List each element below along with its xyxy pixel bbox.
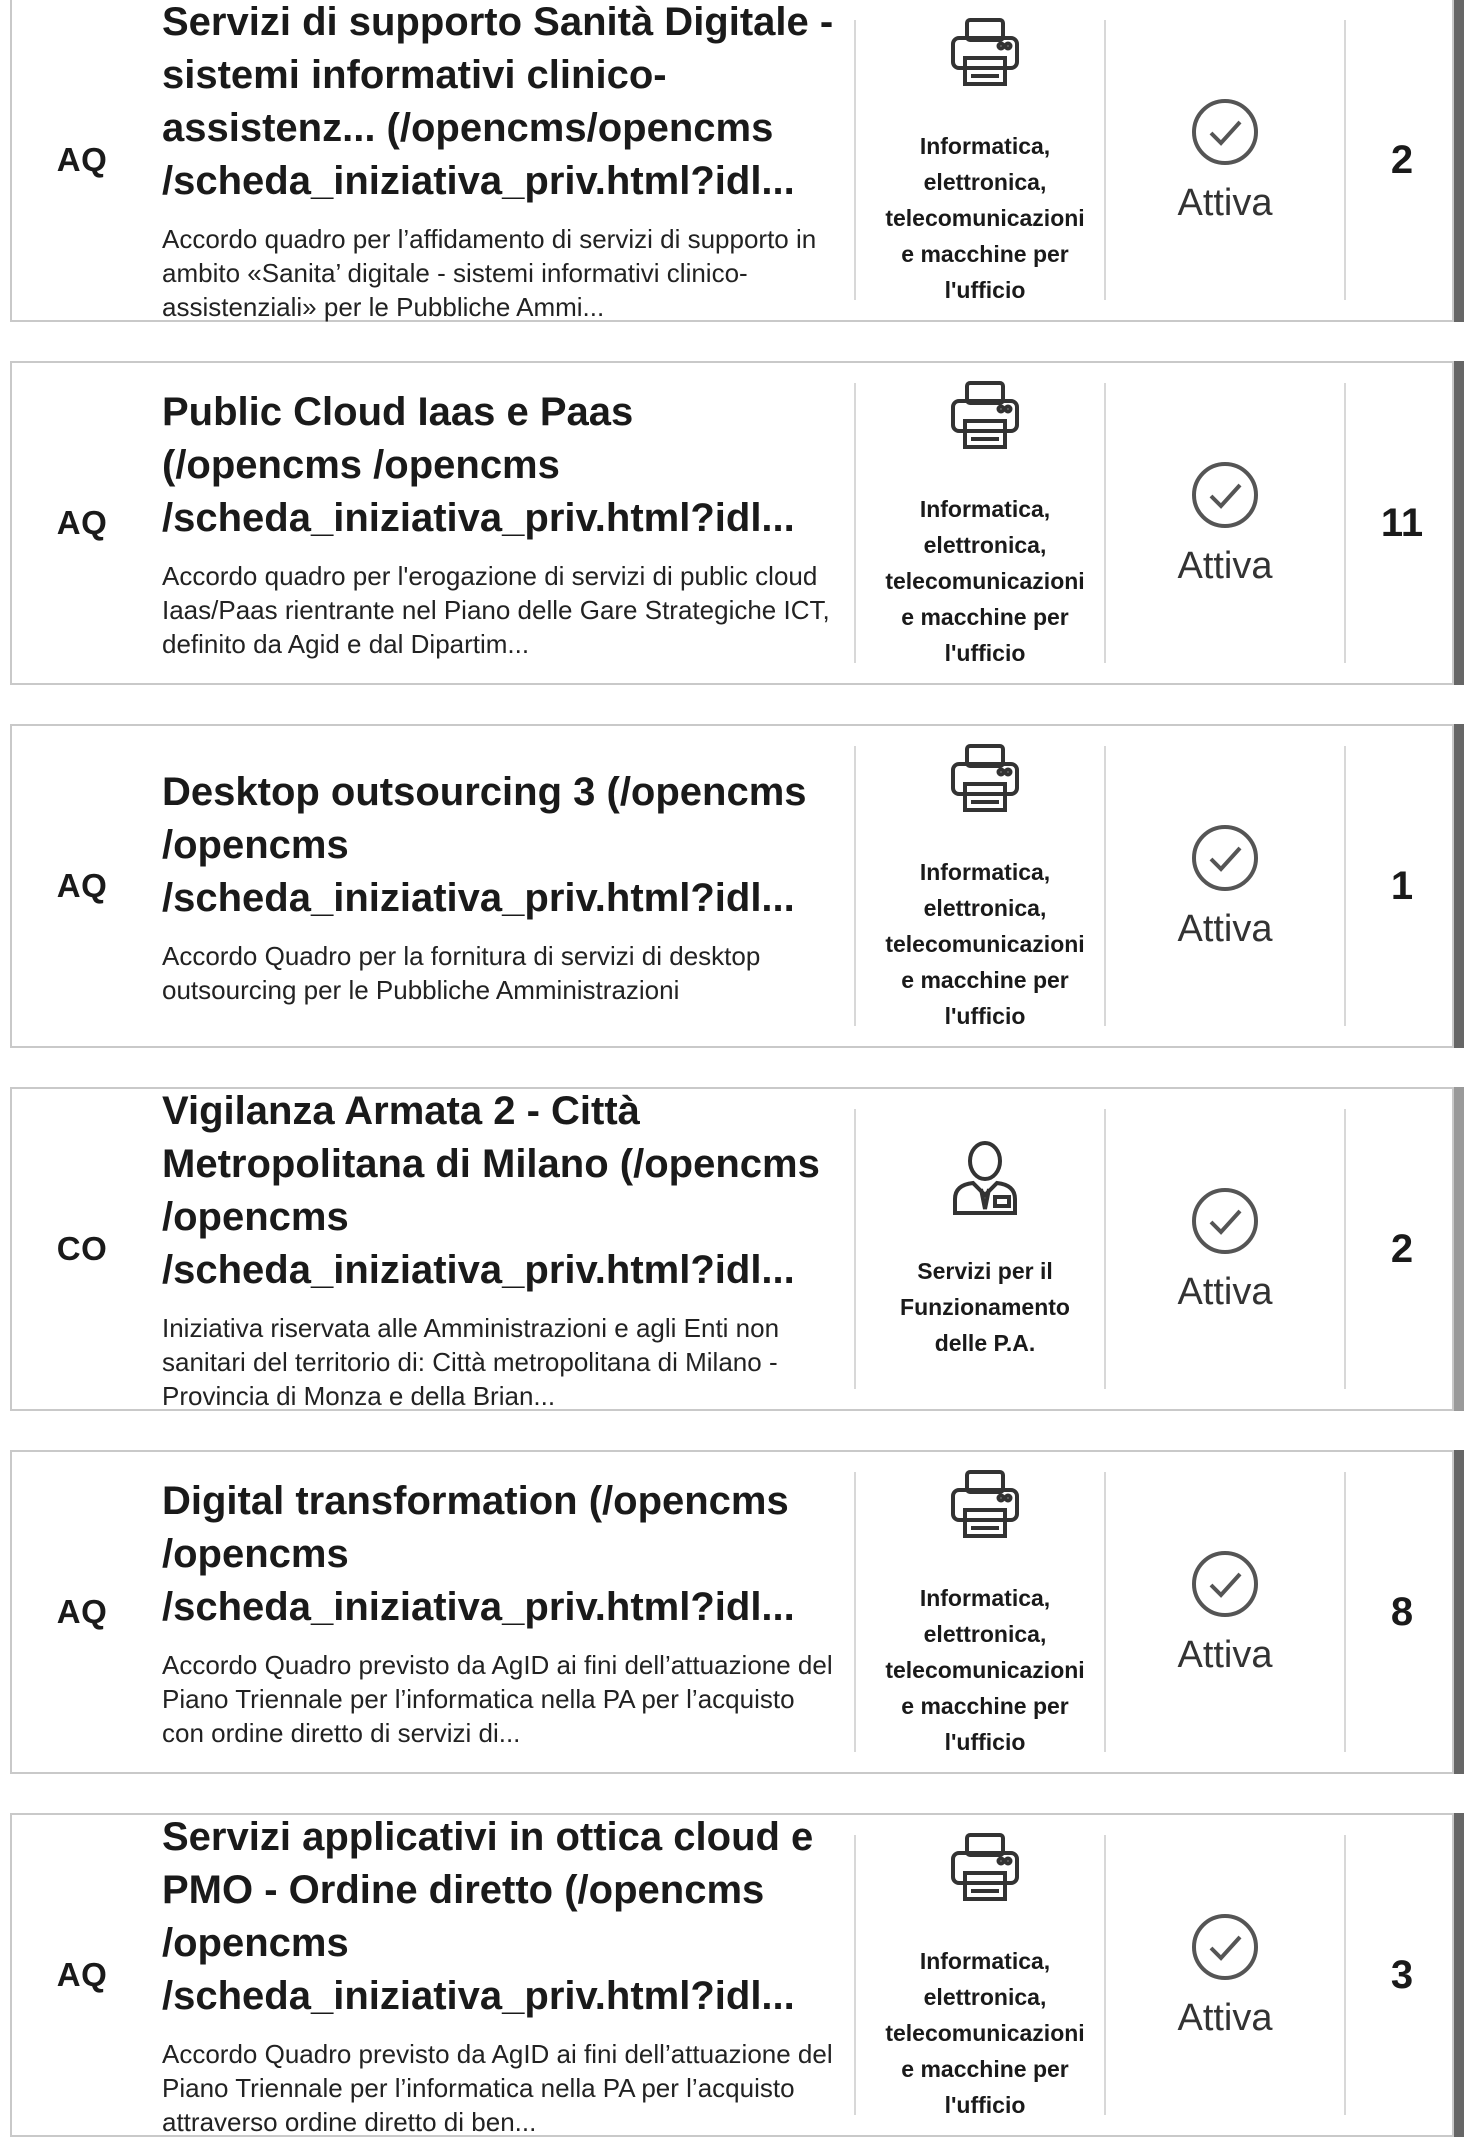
initiative-description: Accordo Quadro previsto da AgID ai fini …	[162, 1649, 833, 1748]
category-label: Informatica, elettronica, telecomunicazi…	[885, 1585, 1085, 1755]
initiative-title-link[interactable]: Desktop outsourcing 3 (/opencms /opencms…	[162, 766, 842, 925]
list-item: AQ Servizi di supporto Sanità Digitale -…	[10, 0, 1464, 322]
check-circle-icon	[1192, 98, 1258, 165]
category-label: Servizi per il Funzionamento delle P.A.	[900, 1258, 1070, 1356]
initiative-category: Servizi per il Funzionamento delle P.A.	[868, 1089, 1102, 1409]
printer-icon	[951, 1470, 1019, 1538]
initiative-status: Attiva	[1107, 1089, 1343, 1409]
divider	[1104, 1472, 1106, 1752]
divider	[1344, 20, 1346, 300]
initiative-main: Servizi applicativi in ottica cloud e PM…	[162, 1815, 842, 2137]
initiative-title-link[interactable]: Servizi di supporto Sanità Digitale - si…	[162, 0, 842, 208]
divider	[1344, 383, 1346, 663]
divider	[1104, 20, 1106, 300]
initiative-type: AQ	[56, 1593, 108, 1630]
category-label: Informatica, elettronica, telecomunicazi…	[885, 496, 1085, 666]
initiative-status: Attiva	[1107, 363, 1343, 683]
initiative-description: Iniziativa riservata alle Amministrazion…	[162, 1313, 780, 1411]
initiative-main: Digital transformation (/opencms /opencm…	[162, 1452, 842, 1772]
printer-icon	[951, 1833, 1019, 1901]
category-label: Informatica, elettronica, telecomunicazi…	[885, 133, 1085, 303]
initiative-count: 11	[1380, 500, 1424, 545]
list-item: AQ Digital transformation (/opencms /ope…	[10, 1450, 1464, 1774]
initiative-category: Informatica, elettronica, telecomunicazi…	[868, 1815, 1102, 2135]
initiative-type: AQ	[56, 1956, 108, 1993]
initiative-status: Attiva	[1107, 726, 1343, 1046]
initiative-description: Accordo Quadro previsto da AgID ai fini …	[162, 2039, 833, 2137]
initiative-description: Accordo Quadro per la fornitura di servi…	[162, 940, 761, 1005]
initiative-type: AQ	[56, 504, 108, 541]
initiative-title-link[interactable]: Public Cloud Iaas e Paas (/opencms /open…	[162, 386, 842, 545]
initiative-title-link[interactable]: Digital transformation (/opencms /opencm…	[162, 1475, 842, 1634]
status-label: Attiva	[1177, 1996, 1273, 2039]
divider	[854, 1109, 856, 1389]
initiative-status: Attiva	[1107, 1815, 1343, 2135]
initiative-category: Informatica, elettronica, telecomunicazi…	[868, 0, 1102, 320]
person-icon	[953, 1141, 1017, 1215]
initiative-status: Attiva	[1107, 1452, 1343, 1772]
initiative-count: 3	[1390, 1952, 1414, 1997]
status-label: Attiva	[1177, 181, 1273, 224]
initiative-main: Public Cloud Iaas e Paas (/opencms /open…	[162, 363, 842, 683]
divider	[1104, 1835, 1106, 2115]
status-label: Attiva	[1177, 1633, 1273, 1676]
initiative-count: 1	[1390, 863, 1414, 908]
list-item: AQ Servizi applicativi in ottica cloud e…	[10, 1813, 1464, 2137]
divider	[854, 746, 856, 1026]
initiative-main: Desktop outsourcing 3 (/opencms /opencms…	[162, 726, 842, 1046]
divider	[854, 383, 856, 663]
divider	[1104, 1109, 1106, 1389]
check-circle-icon	[1192, 1187, 1258, 1254]
printer-icon	[951, 18, 1019, 86]
initiative-category: Informatica, elettronica, telecomunicazi…	[868, 726, 1102, 1046]
divider	[854, 1472, 856, 1752]
category-label: Informatica, elettronica, telecomunicazi…	[885, 859, 1085, 1029]
status-label: Attiva	[1177, 544, 1273, 587]
printer-icon	[951, 381, 1019, 449]
initiative-category: Informatica, elettronica, telecomunicazi…	[868, 363, 1102, 683]
divider	[1344, 1109, 1346, 1389]
divider	[1344, 1472, 1346, 1752]
list-item: AQ Desktop outsourcing 3 (/opencms /open…	[10, 724, 1464, 1048]
initiative-type: AQ	[56, 867, 108, 904]
initiative-main: Vigilanza Armata 2 - Città Metropolitana…	[162, 1089, 842, 1411]
initiative-description: Accordo quadro per l’affidamento di serv…	[162, 224, 817, 322]
initiative-title-link[interactable]: Servizi applicativi in ottica cloud e PM…	[162, 1811, 842, 2023]
initiative-description: Accordo quadro per l'erogazione di servi…	[162, 560, 830, 659]
divider	[1104, 746, 1106, 1026]
list-item: CO Vigilanza Armata 2 - Città Metropolit…	[10, 1087, 1464, 1411]
status-label: Attiva	[1177, 907, 1273, 950]
initiative-type: CO	[56, 1230, 108, 1267]
initiative-count: 2	[1390, 137, 1414, 182]
divider	[854, 1835, 856, 2115]
divider	[854, 20, 856, 300]
initiative-count: 2	[1390, 1226, 1414, 1271]
list-item: AQ Public Cloud Iaas e Paas (/opencms /o…	[10, 361, 1464, 685]
divider	[1344, 1835, 1346, 2115]
initiative-count: 8	[1390, 1589, 1414, 1634]
check-circle-icon	[1192, 1913, 1258, 1980]
initiative-main: Servizi di supporto Sanità Digitale - si…	[162, 0, 842, 322]
divider	[1104, 383, 1106, 663]
check-circle-icon	[1192, 824, 1258, 891]
check-circle-icon	[1192, 1550, 1258, 1617]
divider	[1344, 746, 1346, 1026]
status-label: Attiva	[1177, 1270, 1273, 1313]
check-circle-icon	[1192, 461, 1258, 528]
initiative-category: Informatica, elettronica, telecomunicazi…	[868, 1452, 1102, 1772]
category-label: Informatica, elettronica, telecomunicazi…	[885, 1948, 1085, 2118]
initiative-title-link[interactable]: Vigilanza Armata 2 - Città Metropolitana…	[162, 1085, 842, 1297]
initiative-status: Attiva	[1107, 0, 1343, 320]
printer-icon	[951, 744, 1019, 812]
initiative-type: AQ	[56, 141, 108, 178]
